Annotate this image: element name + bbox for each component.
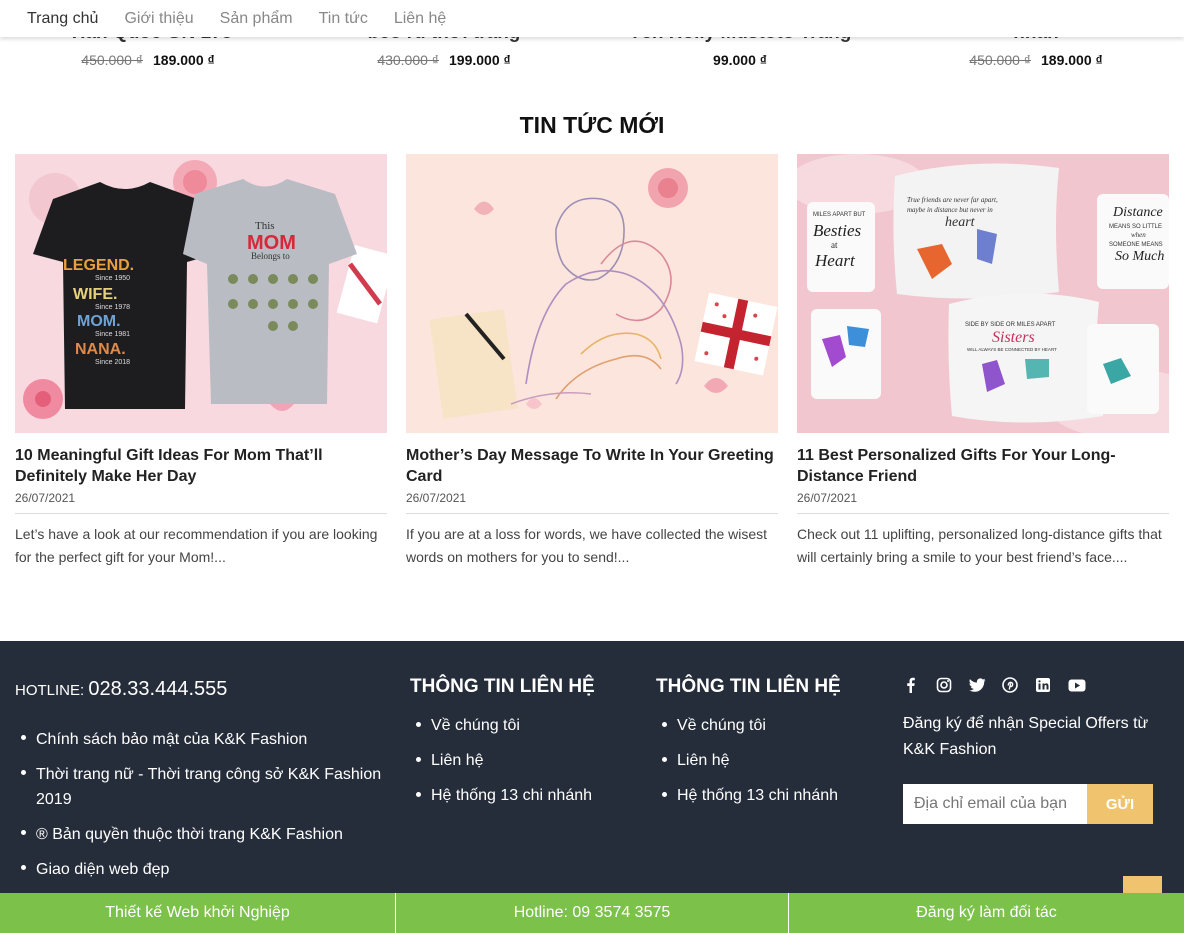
news-divider (406, 513, 778, 514)
pillow-text-1: True friends are never far apart, (907, 196, 998, 204)
old-price: 450.000 ₫ (969, 52, 1031, 68)
hotline-number[interactable]: 028.33.444.555 (88, 678, 227, 700)
news-heading: TIN TỨC MỚI (519, 112, 665, 138)
twitter-icon[interactable] (969, 674, 1002, 696)
old-price: 430.000 ₫ (377, 52, 439, 68)
product-prices: 450.000 ₫ 189.000 ₫ (888, 52, 1184, 68)
personalized-gifts-illustration: MILES APART BUT Besties at Heart True fr… (797, 154, 1169, 433)
pillow-text-connected: WILL ALWAYS BE CONNECTED BY HEART (967, 347, 1057, 352)
shirt-text-year: Since 1981 (95, 331, 130, 338)
hotline-label: HOTLINE: (15, 682, 89, 699)
pillow-text-side: SIDE BY SIDE OR MILES APART (965, 322, 1056, 328)
bottom-action-bar: Thiết kế Web khởi Nghiệp Hotline: 09 357… (0, 893, 1184, 933)
news-card[interactable]: Mother’s Day Message To Write In Your Gr… (406, 154, 778, 569)
mug-text-heart: Heart (814, 251, 856, 270)
mug-text-someone: SOMEONE MEANS (1109, 242, 1163, 248)
nav-item-about[interactable]: Giới thiệu (124, 10, 193, 28)
news-title[interactable]: Mother’s Day Message To Write In Your Gr… (406, 445, 778, 487)
product-prices: 99.000 ₫ (592, 52, 888, 68)
footer-links-col3: Về chúng tôi Liên hệ Hệ thống 13 chi nhá… (656, 714, 838, 819)
news-date: 26/07/2021 (406, 491, 467, 505)
pillow-text-heart: heart (945, 215, 976, 230)
footer-link[interactable]: Giao diện web đẹp (15, 857, 385, 882)
shirt-text-nana: NANA. (75, 341, 126, 358)
mug-text-small: MILES APART BUT (813, 212, 866, 218)
shirt-text-year: Since 1978 (95, 304, 130, 311)
shirt-text-belongs: Belongs to (251, 251, 290, 261)
footer-link-contact[interactable]: Liên hệ (410, 749, 592, 773)
top-nav: Trang chủ Giới thiệu Sản phẩm Tin tức Li… (0, 0, 1184, 37)
bottom-link-partner-signup[interactable]: Đăng ký làm đối tác (788, 893, 1184, 933)
instagram-icon[interactable] (936, 674, 969, 696)
news-card[interactable]: LEGEND. Since 1950 WIFE. Since 1978 MOM.… (15, 154, 387, 569)
news-title[interactable]: 11 Best Personalized Gifts For Your Long… (797, 445, 1169, 487)
shirt-text-this: This (255, 220, 275, 232)
new-price: 189.000 ₫ (153, 52, 215, 68)
shirt-text-year: Since 1950 (95, 275, 130, 282)
linkedin-icon[interactable] (1035, 674, 1068, 696)
news-image-mothers-day[interactable] (406, 154, 778, 433)
footer-col3-heading: THÔNG TIN LIÊN HỆ (656, 676, 841, 697)
footer-link-about[interactable]: Về chúng tôi (410, 714, 592, 738)
footer-links-col1: Chính sách bảo mật của K&K Fashion Thời … (15, 727, 385, 892)
nav-item-products[interactable]: Sản phẩm (220, 10, 293, 28)
youtube-icon[interactable] (1068, 674, 1101, 696)
footer: HOTLINE: 028.33.444.555 Chính sách bảo m… (0, 641, 1184, 933)
nav-item-news[interactable]: Tin tức (319, 10, 368, 28)
mug-text-when: when (1131, 231, 1146, 239)
email-input[interactable] (903, 784, 1087, 824)
news-title[interactable]: 10 Meaningful Gift Ideas For Mom That’ll… (15, 445, 387, 487)
footer-hotline: HOTLINE: 028.33.444.555 (15, 678, 227, 701)
new-price: 189.000 ₫ (1041, 52, 1103, 68)
news-divider (797, 513, 1169, 514)
news-excerpt: If you are at a loss for words, we have … (406, 526, 768, 565)
bottom-link-hotline[interactable]: Hotline: 09 3574 3575 (395, 893, 788, 933)
pinterest-icon[interactable] (1002, 674, 1035, 696)
mug-text-distance: Distance (1112, 205, 1163, 220)
pillow-text-2: maybe in distance but never in (907, 206, 993, 214)
mothers-day-illustration (406, 154, 778, 433)
social-icons (903, 674, 1101, 696)
news-card[interactable]: MILES APART BUT Besties at Heart True fr… (797, 154, 1169, 569)
mom-shirts-illustration: LEGEND. Since 1950 WIFE. Since 1978 MOM.… (15, 154, 387, 433)
mug-text-besties: Besties (813, 221, 862, 240)
footer-link-contact[interactable]: Liên hệ (656, 749, 838, 773)
footer-link[interactable]: Thời trang nữ - Thời trang công sở K&K F… (15, 762, 385, 812)
shirt-text-year: Since 2018 (95, 359, 130, 366)
old-price: 450.000 ₫ (81, 52, 143, 68)
footer-link-branches[interactable]: Hệ thống 13 chi nhánh (410, 784, 592, 808)
mug-text-at: at (831, 240, 838, 250)
product-prices: 430.000 ₫ 199.000 ₫ (296, 52, 592, 68)
shirt-text-wife: WIFE. (73, 286, 117, 303)
mug-text-means: MEANS SO LITTLE (1109, 224, 1162, 230)
new-price: 99.000 ₫ (713, 52, 767, 68)
footer-link[interactable]: Chính sách bảo mật của K&K Fashion (15, 727, 385, 752)
shirt-text-legend: LEGEND. (63, 257, 134, 274)
footer-col2-heading: THÔNG TIN LIÊN HỆ (410, 676, 595, 697)
facebook-icon[interactable] (903, 674, 936, 696)
news-image-mom-shirts[interactable]: LEGEND. Since 1950 WIFE. Since 1978 MOM.… (15, 154, 387, 433)
footer-link[interactable]: ® Bản quyền thuộc thời trang K&K Fashion (15, 822, 385, 847)
footer-links-col2: Về chúng tôi Liên hệ Hệ thống 13 chi nhá… (410, 714, 592, 819)
nav-item-contact[interactable]: Liên hệ (394, 10, 447, 28)
footer-link-branches[interactable]: Hệ thống 13 chi nhánh (656, 784, 838, 808)
news-divider (15, 513, 387, 514)
nav-item-home[interactable]: Trang chủ (27, 10, 98, 28)
new-price: 199.000 ₫ (449, 52, 511, 68)
news-image-personalized-gifts[interactable]: MILES APART BUT Besties at Heart True fr… (797, 154, 1169, 433)
footer-link-about[interactable]: Về chúng tôi (656, 714, 838, 738)
news-date: 26/07/2021 (15, 491, 76, 505)
bottom-link-web-design[interactable]: Thiết kế Web khởi Nghiệp (0, 893, 395, 933)
mug-text-somuch: So Much (1115, 249, 1164, 264)
news-date: 26/07/2021 (797, 491, 858, 505)
news-excerpt: Check out 11 uplifting, personalized lon… (797, 526, 1162, 565)
newsletter-text: Đăng ký để nhận Special Offers từ K&K Fa… (903, 715, 1149, 758)
pillow-text-sisters: Sisters (992, 329, 1035, 346)
shirt-text-mom: MOM. (77, 313, 121, 330)
product-prices: 450.000 ₫ 189.000 ₫ (0, 52, 296, 68)
news-excerpt: Let’s have a look at our recommendation … (15, 526, 378, 565)
send-button[interactable]: GỬI (1087, 784, 1153, 824)
